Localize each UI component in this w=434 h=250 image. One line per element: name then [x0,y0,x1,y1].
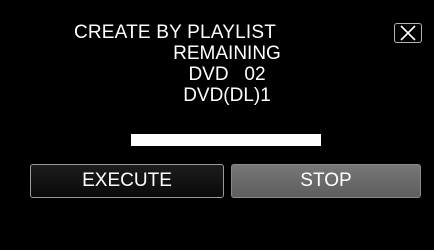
remaining-dvd: DVD 02 [188,64,266,85]
dialog-title: CREATE BY PLAYLIST [73,22,277,43]
close-icon [395,24,421,42]
execute-button[interactable]: EXECUTE [30,164,224,198]
dialog-screen: CREATE BY PLAYLIST REMAINING DVD 02 DVD(… [0,0,434,250]
progress-fill [131,134,321,146]
stop-button[interactable]: STOP [231,164,421,198]
remaining-dvd-dl: DVD(DL)1 [183,85,271,106]
remaining-label: REMAINING [173,43,281,64]
progress-bar [131,134,321,146]
remaining-info: REMAINING DVD 02 DVD(DL)1 [0,43,434,106]
close-button[interactable] [394,23,422,43]
